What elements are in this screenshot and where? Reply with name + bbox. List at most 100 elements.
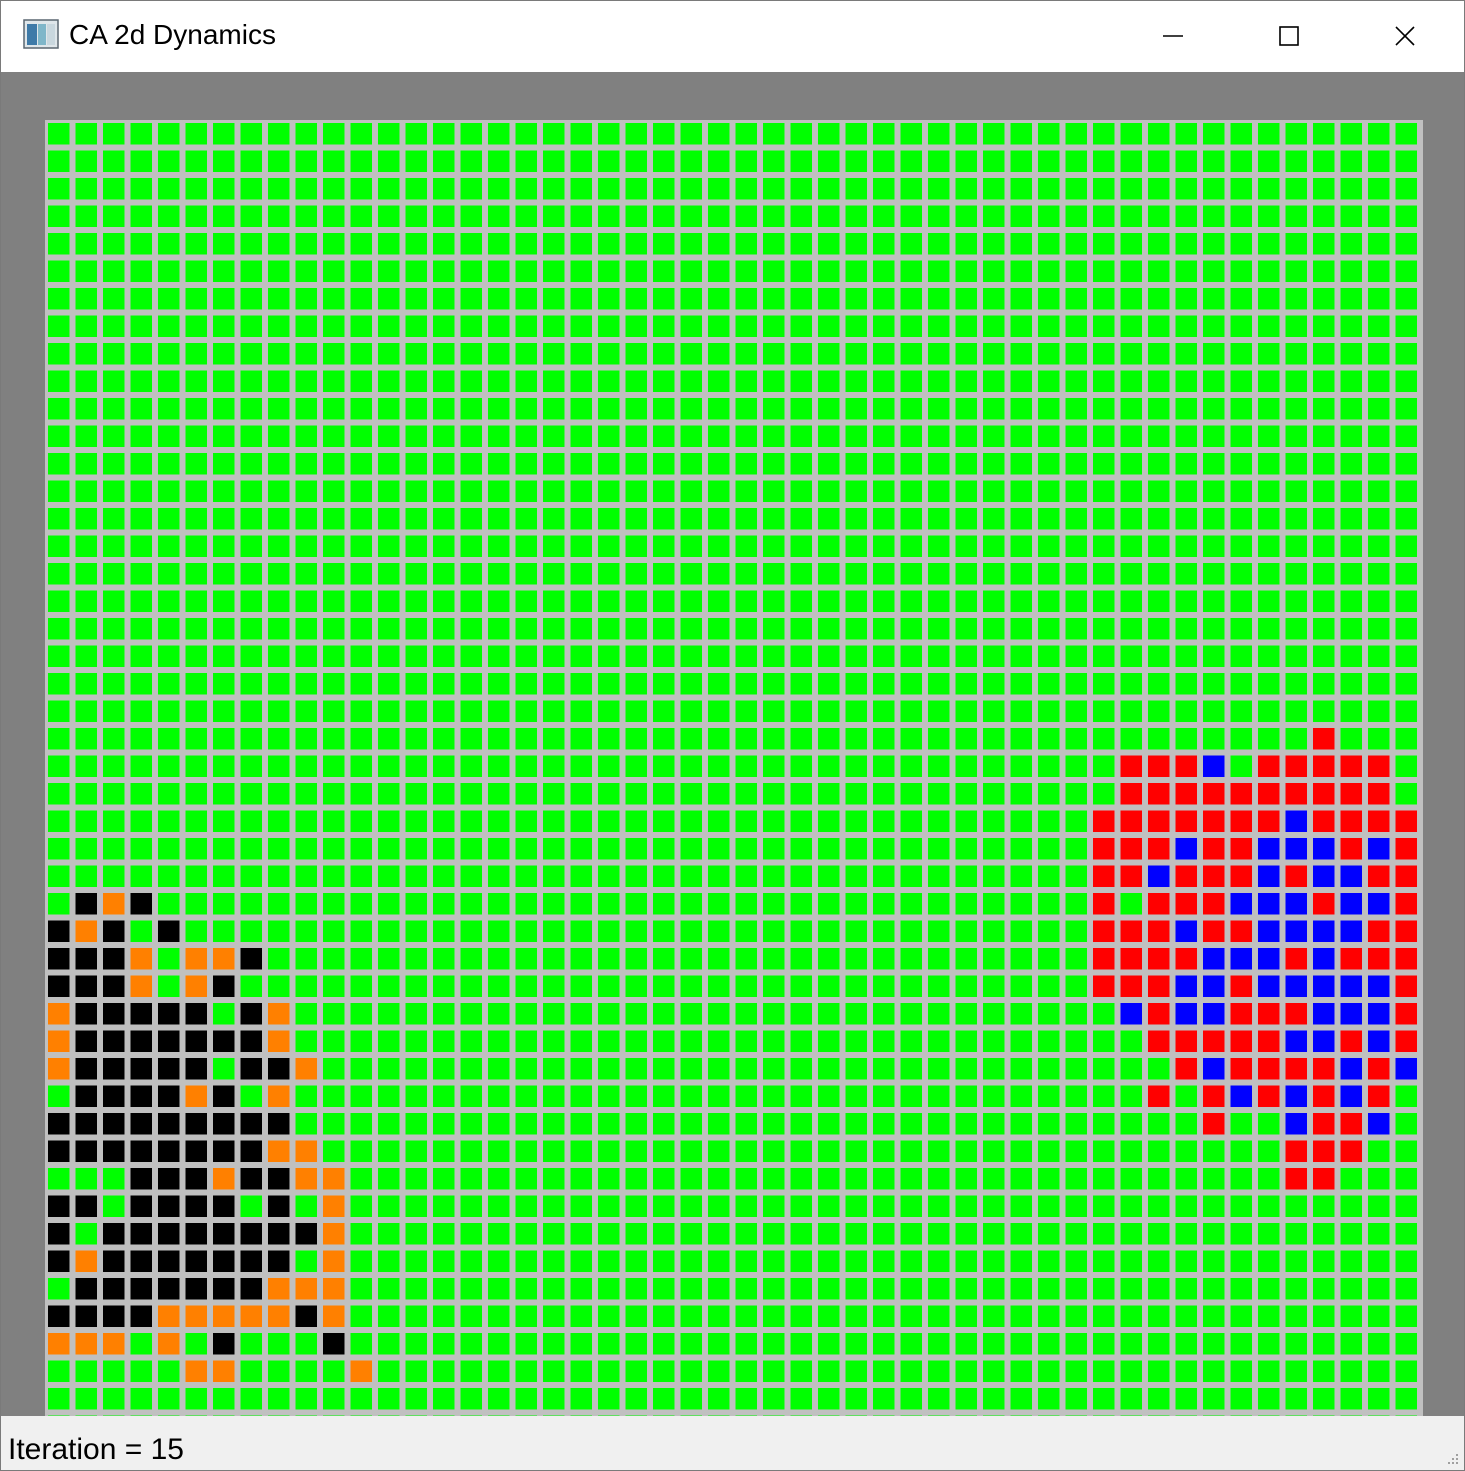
grid-cell[interactable] xyxy=(735,893,758,915)
grid-cell[interactable] xyxy=(213,1058,235,1080)
grid-cell[interactable] xyxy=(1120,1278,1143,1300)
grid-cell[interactable] xyxy=(488,728,510,750)
grid-cell[interactable] xyxy=(845,645,868,668)
grid-cell[interactable] xyxy=(48,563,70,585)
grid-cell[interactable] xyxy=(488,1058,510,1080)
grid-cell[interactable] xyxy=(1148,1333,1170,1355)
grid-cell[interactable] xyxy=(625,150,648,173)
grid-cell[interactable] xyxy=(48,1030,70,1053)
grid-cell[interactable] xyxy=(708,288,730,310)
grid-cell[interactable] xyxy=(570,783,593,805)
grid-cell[interactable] xyxy=(955,920,978,943)
grid-cell[interactable] xyxy=(928,1168,950,1190)
grid-cell[interactable] xyxy=(1148,508,1170,530)
grid-cell[interactable] xyxy=(955,1388,978,1410)
grid-cell[interactable] xyxy=(295,1113,318,1135)
grid-cell[interactable] xyxy=(900,1113,923,1135)
grid-cell[interactable] xyxy=(790,1278,813,1300)
grid-cell[interactable] xyxy=(323,1360,345,1383)
grid-cell[interactable] xyxy=(185,700,208,723)
grid-cell[interactable] xyxy=(1148,260,1170,283)
grid-cell[interactable] xyxy=(570,1195,593,1218)
grid-cell[interactable] xyxy=(1203,1085,1225,1108)
grid-cell[interactable] xyxy=(130,1333,153,1355)
grid-cell[interactable] xyxy=(873,645,895,668)
grid-cell[interactable] xyxy=(378,1003,400,1025)
grid-cell[interactable] xyxy=(1340,590,1363,613)
grid-cell[interactable] xyxy=(763,893,785,915)
grid-cell[interactable] xyxy=(460,1278,483,1300)
grid-cell[interactable] xyxy=(158,123,180,145)
grid-cell[interactable] xyxy=(405,453,428,475)
grid-cell[interactable] xyxy=(103,315,125,338)
grid-cell[interactable] xyxy=(543,810,565,833)
grid-cell[interactable] xyxy=(1203,865,1225,888)
grid-cell[interactable] xyxy=(845,1250,868,1273)
grid-cell[interactable] xyxy=(763,480,785,503)
grid-cell[interactable] xyxy=(900,755,923,778)
grid-cell[interactable] xyxy=(680,783,703,805)
grid-cell[interactable] xyxy=(1065,920,1088,943)
grid-cell[interactable] xyxy=(268,315,290,338)
grid-cell[interactable] xyxy=(1120,178,1143,200)
grid-cell[interactable] xyxy=(488,700,510,723)
grid-cell[interactable] xyxy=(543,288,565,310)
grid-cell[interactable] xyxy=(598,645,620,668)
grid-cell[interactable] xyxy=(598,453,620,475)
grid-cell[interactable] xyxy=(240,370,263,393)
grid-cell[interactable] xyxy=(1368,1305,1390,1328)
grid-cell[interactable] xyxy=(625,535,648,558)
grid-cell[interactable] xyxy=(543,1223,565,1245)
grid-cell[interactable] xyxy=(818,1003,840,1025)
grid-cell[interactable] xyxy=(1258,838,1280,860)
grid-cell[interactable] xyxy=(790,205,813,228)
grid-cell[interactable] xyxy=(873,975,895,998)
grid-cell[interactable] xyxy=(983,1305,1005,1328)
grid-cell[interactable] xyxy=(185,398,208,420)
grid-cell[interactable] xyxy=(1258,535,1280,558)
grid-cell[interactable] xyxy=(1230,1113,1253,1135)
grid-cell[interactable] xyxy=(1065,480,1088,503)
grid-cell[interactable] xyxy=(598,865,620,888)
grid-cell[interactable] xyxy=(268,123,290,145)
grid-cell[interactable] xyxy=(240,645,263,668)
grid-cell[interactable] xyxy=(983,233,1005,255)
grid-cell[interactable] xyxy=(708,480,730,503)
grid-cell[interactable] xyxy=(543,370,565,393)
grid-cell[interactable] xyxy=(1368,315,1390,338)
grid-cell[interactable] xyxy=(543,260,565,283)
grid-cell[interactable] xyxy=(405,288,428,310)
grid-cell[interactable] xyxy=(1175,975,1198,998)
grid-cell[interactable] xyxy=(790,260,813,283)
grid-cell[interactable] xyxy=(48,1250,70,1273)
title-bar[interactable]: CA 2d Dynamics xyxy=(1,1,1464,71)
grid-cell[interactable] xyxy=(1395,343,1418,365)
grid-cell[interactable] xyxy=(653,1195,675,1218)
grid-cell[interactable] xyxy=(1313,618,1335,640)
grid-cell[interactable] xyxy=(735,315,758,338)
grid-cell[interactable] xyxy=(845,205,868,228)
grid-cell[interactable] xyxy=(103,948,125,970)
grid-cell[interactable] xyxy=(433,508,455,530)
grid-cell[interactable] xyxy=(295,453,318,475)
grid-cell[interactable] xyxy=(735,838,758,860)
grid-cell[interactable] xyxy=(75,755,98,778)
grid-cell[interactable] xyxy=(295,1250,318,1273)
grid-cell[interactable] xyxy=(1065,975,1088,998)
grid-cell[interactable] xyxy=(1038,123,1060,145)
grid-cell[interactable] xyxy=(460,1113,483,1135)
grid-cell[interactable] xyxy=(1203,508,1225,530)
grid-cell[interactable] xyxy=(1285,1278,1308,1300)
grid-cell[interactable] xyxy=(515,590,538,613)
grid-cell[interactable] xyxy=(1285,755,1308,778)
grid-cell[interactable] xyxy=(378,563,400,585)
grid-cell[interactable] xyxy=(1148,1250,1170,1273)
grid-cell[interactable] xyxy=(1120,1058,1143,1080)
grid-cell[interactable] xyxy=(543,1360,565,1383)
grid-cell[interactable] xyxy=(928,590,950,613)
grid-cell[interactable] xyxy=(928,975,950,998)
grid-cell[interactable] xyxy=(543,480,565,503)
grid-cell[interactable] xyxy=(378,370,400,393)
grid-cell[interactable] xyxy=(845,728,868,750)
grid-cell[interactable] xyxy=(708,728,730,750)
